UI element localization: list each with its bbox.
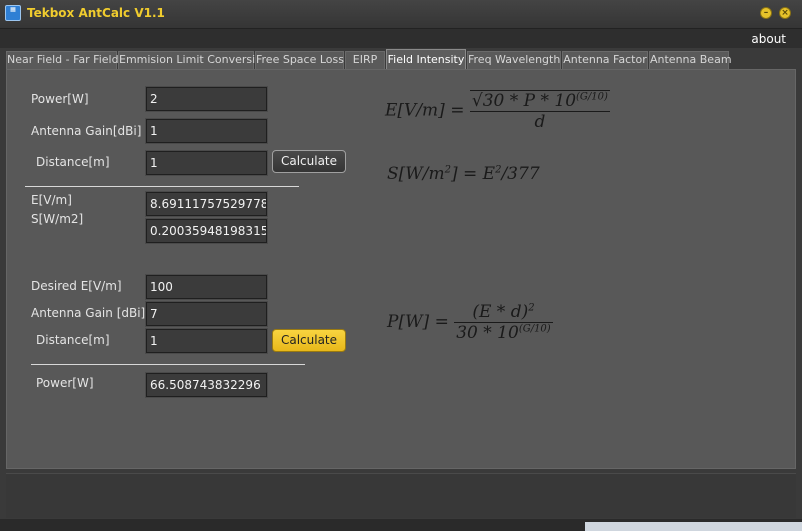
formula-1-lhs: E[V/m] = (385, 100, 465, 121)
divider (25, 186, 299, 187)
tab-field-intensity[interactable]: Field Intensity (386, 49, 466, 70)
minimize-button[interactable]: – (760, 7, 772, 19)
antenna-gain-2-label: Antenna Gain [dBi] (31, 306, 146, 320)
formula-1-numerator: √30 * P * 10 (471, 91, 577, 111)
formula-1-fraction: √30 * P * 10(G/10) d (469, 90, 610, 132)
antenna-gain-label: Antenna Gain[dBi] (31, 124, 142, 138)
formula-3-denominator-exp: (G/10) (518, 323, 551, 335)
power-result-label: Power[W] (36, 376, 94, 390)
distance-input[interactable]: 1 (145, 150, 268, 176)
tab-free-space-loss[interactable]: Free Space Loss (255, 51, 344, 69)
divider-2 (31, 364, 305, 365)
power-density-formula: S[W/m2] = E2/377 (387, 164, 540, 184)
formula-1-numerator-exp: (G/10) (576, 91, 608, 103)
menu-about[interactable]: about (751, 32, 786, 46)
distance-2-label: Distance[m] (36, 333, 110, 347)
e-field-formula: E[V/m] = √30 * P * 10(G/10) d (385, 90, 610, 132)
background-window-edge (585, 522, 802, 531)
desired-e-label: Desired E[V/m] (31, 279, 122, 293)
distance-label: Distance[m] (36, 155, 110, 169)
field-intensity-panel: Power[W] 2 Antenna Gain[dBi] 1 Distance[… (6, 69, 796, 469)
e-field-output[interactable]: 8.69111757529778 (145, 191, 268, 217)
formula-3-fraction: (E * d)2 30 * 10(G/10) (454, 302, 553, 343)
tab-emission-limit-conversion[interactable]: Emmision Limit Conversion (118, 51, 269, 69)
tab-antenna-beam[interactable]: Antenna Beam (649, 51, 732, 69)
power-result-output[interactable]: 66.508743832296 (145, 372, 268, 398)
formula-2-part-3: /377 (501, 164, 540, 184)
formula-1-denominator: d (469, 111, 610, 132)
calculate-power-button[interactable]: Calculate (272, 329, 346, 352)
tab-antenna-factor[interactable]: Antenna Factor (562, 51, 648, 69)
app-icon: ▦ (5, 5, 21, 21)
formula-2-part-1: S[W/m (387, 164, 445, 184)
title-bar: ▦ Tekbox AntCalc V1.1 – × (0, 0, 802, 29)
close-button[interactable]: × (779, 7, 791, 19)
status-bar (6, 473, 796, 518)
e-field-label: E[V/m] (31, 193, 72, 207)
power-density-output[interactable]: 0.200359481983157 (145, 218, 268, 244)
antenna-gain-2-input[interactable]: 7 (145, 301, 268, 327)
formula-3-denominator: 30 * 10 (456, 323, 519, 343)
formula-3-numerator-exp: 2 (528, 302, 535, 314)
power-formula: P[W] = (E * d)2 30 * 10(G/10) (387, 302, 553, 343)
formula-2-part-2: ] = E (450, 164, 496, 184)
desired-e-input[interactable]: 100 (145, 274, 268, 300)
calculate-field-button[interactable]: Calculate (272, 150, 346, 173)
power-input[interactable]: 2 (145, 86, 268, 112)
tab-near-field-far-field[interactable]: Near Field - Far Field (6, 51, 119, 69)
window-title: Tekbox AntCalc V1.1 (27, 6, 165, 20)
menu-bar: about (0, 29, 802, 48)
formula-3-lhs: P[W] = (387, 312, 449, 332)
antenna-gain-input[interactable]: 1 (145, 118, 268, 144)
power-label: Power[W] (31, 92, 89, 106)
formula-3-numerator: (E * d) (472, 302, 529, 322)
tab-strip: Near Field - Far Field Emmision Limit Co… (6, 49, 796, 70)
distance-2-input[interactable]: 1 (145, 328, 268, 354)
tab-eirp[interactable]: EIRP (345, 51, 385, 69)
tab-freq-wavelength[interactable]: Freq Wavelength (467, 51, 561, 69)
power-density-label: S[W/m2] (31, 212, 84, 226)
